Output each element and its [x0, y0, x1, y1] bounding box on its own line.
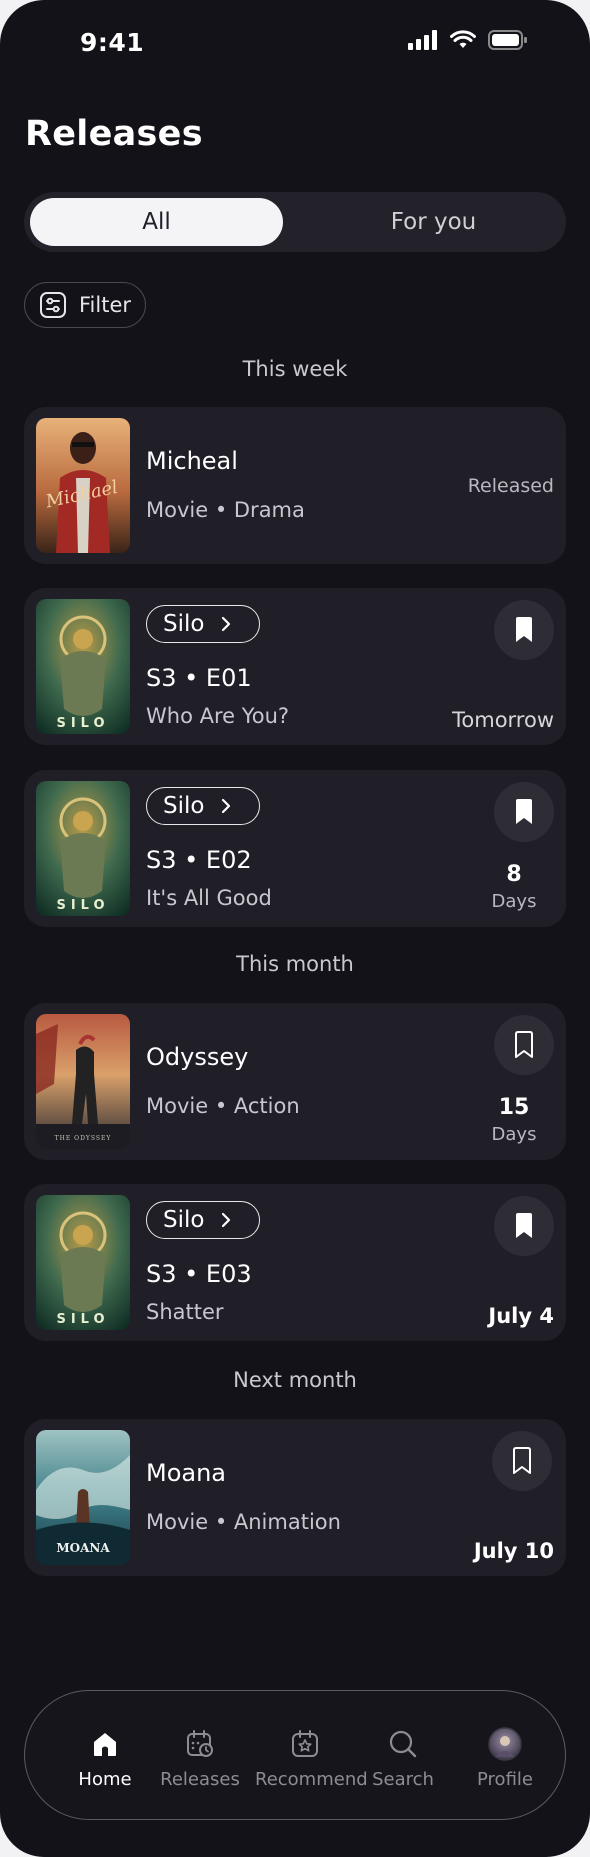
show-name: Silo: [163, 611, 205, 637]
episode-name: Who Are You?: [146, 704, 290, 728]
nav-search[interactable]: Search: [353, 1727, 453, 1790]
card-subtitle: Movie • Drama: [146, 498, 305, 522]
bookmark-button[interactable]: [494, 1196, 554, 1256]
avatar: [488, 1727, 522, 1761]
wifi-icon: [450, 30, 476, 48]
status-icons: [408, 30, 528, 50]
segmented-control: All For you: [24, 192, 566, 252]
episode-number: S3 • E01: [146, 664, 252, 692]
poster-moana: MOANA: [36, 1430, 130, 1565]
poster-silo-text: SILO: [56, 898, 109, 913]
nav-label: Recommend: [255, 1769, 368, 1790]
status-time: 9:41: [80, 28, 145, 57]
cellular-signal-icon: [408, 30, 437, 50]
release-date: July 10: [473, 1539, 554, 1563]
poster-micheal: Michael: [36, 418, 130, 553]
episode-number: S3 • E03: [146, 1260, 252, 1288]
card-subtitle: Movie • Action: [146, 1094, 300, 1118]
nav-label: Home: [78, 1769, 132, 1790]
battery-icon: [488, 30, 527, 50]
status-bar: 9:41: [0, 0, 590, 92]
tab-for-you[interactable]: For you: [307, 198, 560, 246]
nav-releases[interactable]: Releases: [150, 1727, 250, 1790]
bookmark-button[interactable]: [492, 1431, 552, 1491]
nav-label: Search: [372, 1769, 434, 1790]
show-link-silo[interactable]: Silo: [146, 1201, 260, 1239]
app-screen: 9:41 Releases All For you Filter This we…: [0, 0, 590, 1857]
calendar-star-icon: [292, 1730, 318, 1757]
nav-home[interactable]: Home: [55, 1727, 155, 1790]
release-status: Released: [467, 475, 554, 497]
tab-all[interactable]: All: [30, 198, 283, 246]
section-this-month: This month: [236, 952, 354, 976]
bookmark-button[interactable]: [494, 782, 554, 842]
release-when: Tomorrow: [452, 708, 554, 732]
calendar-clock-icon: [187, 1730, 213, 1757]
release-card-micheal[interactable]: Michael Micheal Movie • Drama Released: [24, 407, 566, 564]
section-next-month: Next month: [233, 1368, 357, 1392]
poster-odyssey: THE ODYSSEY: [36, 1014, 130, 1149]
release-date: July 4: [488, 1304, 554, 1328]
nav-profile[interactable]: Profile: [455, 1727, 555, 1790]
poster-moana-text: MOANA: [56, 1541, 110, 1555]
days-label: Days: [491, 891, 537, 912]
card-title: Odyssey: [146, 1043, 249, 1071]
bookmark-filled-icon: [516, 799, 532, 824]
show-name: Silo: [163, 1207, 205, 1233]
section-this-week: This week: [242, 357, 348, 381]
bottom-nav: Home Releases Recommend Search Profile: [24, 1690, 566, 1820]
episode-name: Shatter: [146, 1300, 224, 1324]
show-link-silo[interactable]: Silo: [146, 787, 260, 825]
filter-label: Filter: [79, 293, 132, 317]
poster-silo-text: SILO: [56, 716, 109, 731]
days-remaining: 15 Days: [474, 1095, 554, 1145]
card-title: Moana: [146, 1459, 227, 1487]
bookmark-button[interactable]: [494, 600, 554, 660]
poster-silo: SILO: [36, 781, 130, 916]
poster-silo-text: SILO: [56, 1312, 109, 1327]
home-icon: [94, 1733, 116, 1756]
nav-label: Releases: [160, 1769, 240, 1790]
poster-silo: SILO: [36, 599, 130, 734]
release-card-silo-e01[interactable]: SILO Silo S3 • E01 Who Are You? Tomorrow: [24, 588, 566, 745]
bookmark-filled-icon: [516, 617, 532, 642]
release-card-silo-e02[interactable]: SILO Silo S3 • E02 It's All Good 8 Days: [24, 770, 566, 927]
days-number: 8: [506, 862, 522, 887]
poster-odyssey-text: THE ODYSSEY: [55, 1135, 112, 1142]
chevron-right-icon: [222, 1212, 231, 1228]
search-icon: [389, 1730, 417, 1758]
bookmark-button[interactable]: [494, 1015, 554, 1075]
bookmark-filled-icon: [516, 1213, 532, 1238]
release-card-silo-e03[interactable]: SILO Silo S3 • E03 Shatter July 4: [24, 1184, 566, 1341]
nav-label: Profile: [477, 1769, 533, 1790]
page-title: Releases: [25, 114, 203, 154]
bookmark-outline-icon: [513, 1447, 531, 1474]
chevron-right-icon: [222, 616, 231, 632]
episode-number: S3 • E02: [146, 846, 252, 874]
days-remaining: 8 Days: [474, 862, 554, 912]
days-label: Days: [491, 1124, 537, 1145]
poster-silo: SILO: [36, 1195, 130, 1330]
release-card-odyssey[interactable]: THE ODYSSEY Odyssey Movie • Action 15 Da…: [24, 1003, 566, 1160]
chevron-right-icon: [222, 798, 231, 814]
card-title: Micheal: [146, 447, 238, 475]
days-number: 15: [498, 1095, 530, 1120]
bookmark-outline-icon: [515, 1031, 533, 1058]
nav-recommend[interactable]: Recommend: [255, 1727, 368, 1790]
show-link-silo[interactable]: Silo: [146, 605, 260, 643]
release-card-moana[interactable]: MOANA Moana Movie • Animation July 10: [24, 1419, 566, 1576]
card-subtitle: Movie • Animation: [146, 1510, 341, 1534]
episode-name: It's All Good: [146, 886, 272, 910]
filter-button[interactable]: Filter: [24, 282, 146, 328]
show-name: Silo: [163, 793, 205, 819]
sliders-icon: [40, 292, 66, 318]
